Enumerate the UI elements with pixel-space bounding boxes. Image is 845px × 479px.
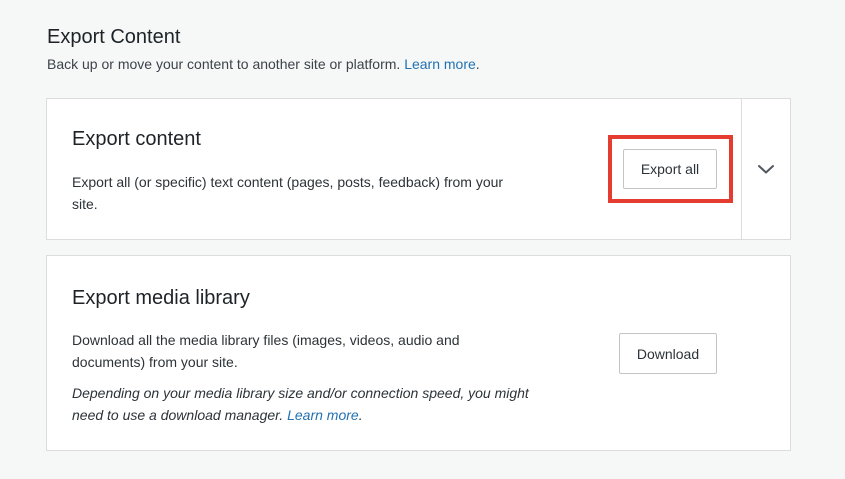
page-description-text: Back up or move your content to another …	[47, 56, 401, 72]
page-title: Export Content	[47, 26, 181, 48]
chevron-down-icon	[757, 165, 774, 174]
export-media-title: Export media library	[72, 287, 250, 309]
page-description-trailing: .	[475, 56, 480, 72]
learn-more-link[interactable]: Learn more	[404, 56, 476, 72]
export-media-description: Download all the media library files (im…	[72, 332, 460, 370]
export-media-card: Export media library Download all the me…	[46, 255, 791, 451]
export-media-note-trailing: .	[358, 407, 363, 423]
expand-toggle[interactable]	[741, 99, 790, 239]
export-content-title: Export content	[72, 128, 201, 150]
export-all-button[interactable]: Export all	[623, 149, 717, 189]
media-learn-more-link[interactable]: Learn more	[287, 407, 359, 423]
export-media-note: Depending on your media library size and…	[72, 382, 542, 426]
download-button[interactable]: Download	[619, 333, 717, 374]
export-content-description: Export all (or specific) text content (p…	[72, 174, 504, 212]
page-description: Back up or move your content to another …	[47, 55, 480, 73]
export-content-card: Export content Export all (or specific) …	[46, 98, 791, 240]
